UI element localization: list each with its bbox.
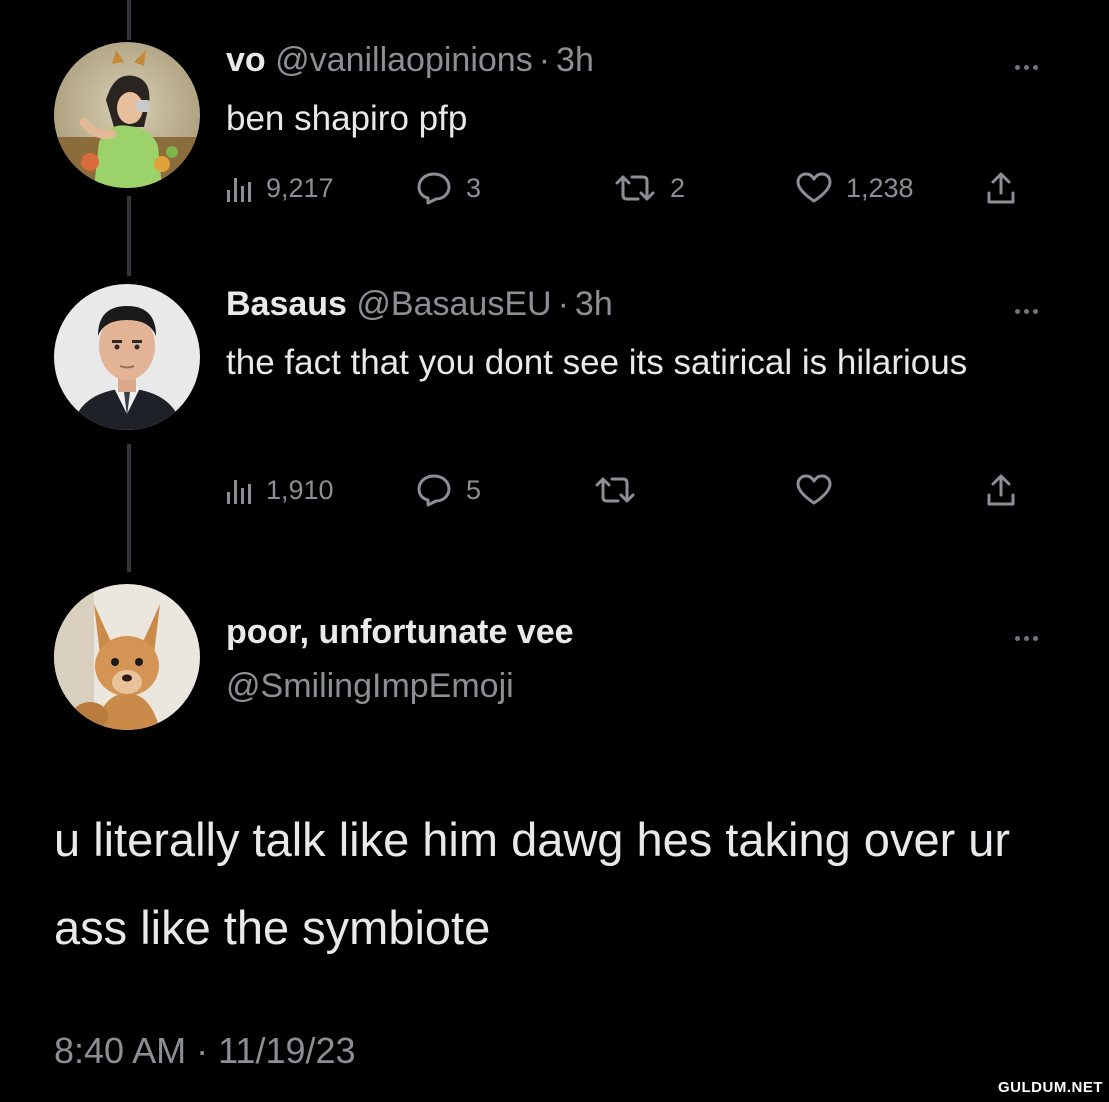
thread-line-1 [127, 196, 131, 276]
like-button[interactable]: 1,238 [796, 168, 914, 208]
watermark-text: GULDUM.NET [998, 1079, 1103, 1096]
share-icon [987, 474, 1015, 506]
separator-dot: · [538, 41, 551, 79]
views-stat[interactable]: 1,910 [226, 470, 334, 510]
views-count: 1,910 [266, 474, 334, 505]
tweet-header-1: vo @vanillaopinions · 3h [226, 40, 594, 80]
avatar-basauseu[interactable] [54, 284, 200, 430]
tweet-timestamp[interactable]: 8:40 AM · 11/19/23 [54, 1030, 356, 1072]
main-author-name-row: poor, unfortunate vee [226, 612, 574, 652]
share-button[interactable] [986, 470, 1016, 510]
avatar-vanillaopinions[interactable] [54, 42, 200, 188]
tweet-time[interactable]: 3h [556, 41, 594, 79]
reply-count: 3 [466, 172, 482, 203]
like-count: 1,238 [846, 172, 914, 203]
user-handle[interactable]: @vanillaopinions [275, 41, 533, 79]
separator-dot: · [557, 285, 569, 323]
reply-button[interactable]: 5 [416, 470, 481, 510]
reply-bubble-icon [417, 172, 451, 205]
reply-button[interactable]: 3 [416, 168, 481, 208]
like-heart-icon [796, 172, 832, 203]
repost-count: 2 [670, 172, 686, 203]
profile-photo-woman-drinking-icon [54, 42, 200, 188]
tweet-text-2: the fact that you dont see its satirical… [226, 343, 968, 382]
like-heart-icon [796, 474, 832, 505]
tweet-header-2: Basaus @BasausEU · 3h [226, 284, 613, 324]
avatar-smilingimpemoji[interactable] [54, 584, 200, 730]
display-name[interactable]: vo [226, 41, 266, 79]
display-name[interactable]: poor, unfortunate vee [226, 613, 574, 651]
display-name[interactable]: Basaus [226, 285, 347, 323]
main-tweet-text: u literally talk like him dawg hes takin… [54, 813, 1011, 954]
tweet-time[interactable]: 3h [575, 285, 613, 323]
like-button[interactable] [796, 470, 846, 510]
reply-count: 5 [466, 474, 482, 505]
views-chart-icon [227, 178, 251, 202]
profile-photo-man-suit-icon [54, 284, 200, 430]
more-options-icon[interactable] [1015, 301, 1055, 314]
main-author-handle-row: @SmilingImpEmoji [226, 666, 514, 706]
repost-button[interactable] [594, 470, 650, 510]
user-handle[interactable]: @BasausEU [356, 285, 551, 323]
more-options-icon[interactable] [1015, 57, 1055, 70]
tweet-text-1: ben shapiro pfp [226, 99, 468, 138]
reply-bubble-icon [417, 474, 451, 507]
tweet-actions-2: 1,910 5 [226, 470, 1046, 510]
views-chart-icon [227, 480, 251, 504]
views-count: 9,217 [266, 172, 334, 203]
profile-photo-chihuahua-icon [54, 584, 200, 730]
tweet-actions-1: 9,217 3 2 1,238 [226, 168, 1046, 208]
views-stat[interactable]: 9,217 [226, 168, 334, 208]
repost-icon [615, 175, 655, 201]
repost-button[interactable]: 2 [614, 168, 685, 208]
share-icon [987, 172, 1015, 204]
user-handle[interactable]: @SmilingImpEmoji [226, 667, 514, 705]
thread-line-top [127, 0, 131, 40]
more-options-icon[interactable] [1015, 628, 1055, 641]
thread-line-2 [127, 444, 131, 572]
share-button[interactable] [986, 168, 1016, 208]
repost-icon [595, 477, 635, 503]
